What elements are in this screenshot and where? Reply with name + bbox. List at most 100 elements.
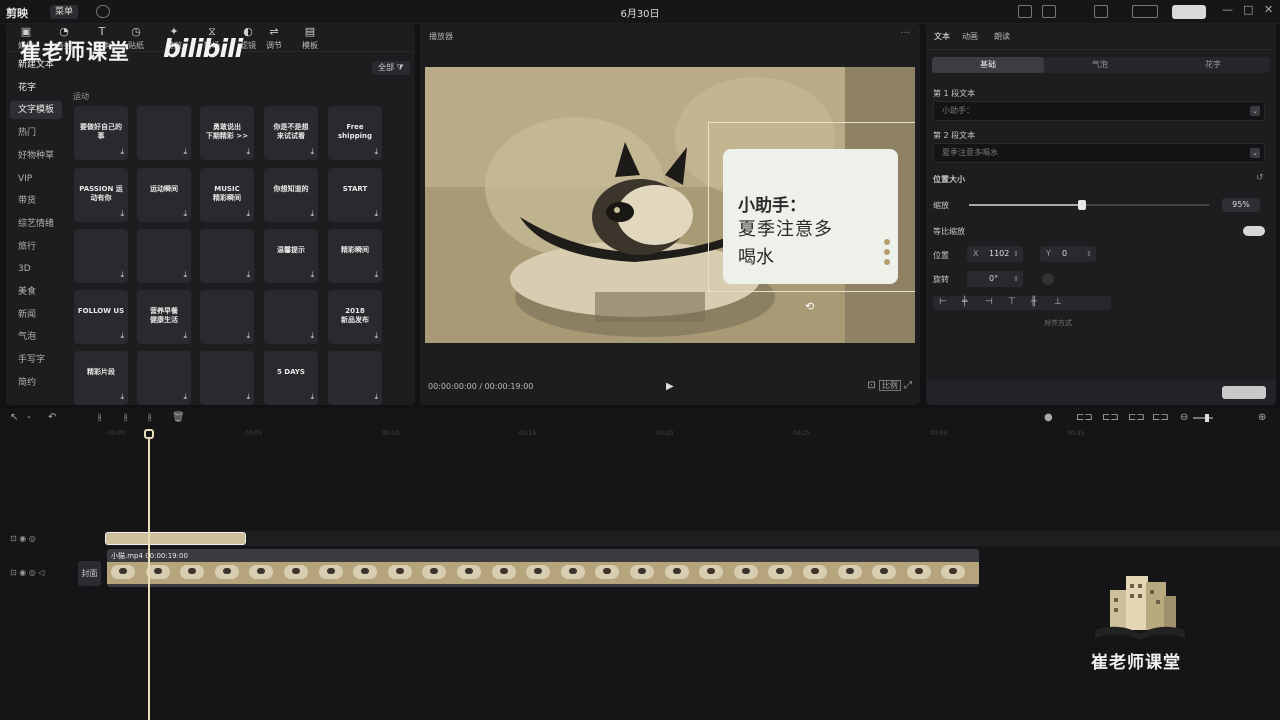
scale-slider-knob[interactable] <box>1077 200 1086 210</box>
scale-value[interactable]: 95% <box>1222 198 1260 212</box>
download-icon[interactable]: ⤓ <box>374 392 378 402</box>
magnet-icon[interactable]: ⊏⊐ <box>1102 412 1119 423</box>
template-thumbnail[interactable]: 精彩瞬间 ⤓ <box>328 229 382 283</box>
download-icon[interactable]: ⤓ <box>310 270 314 280</box>
download-icon[interactable]: ⤓ <box>120 147 124 157</box>
download-icon[interactable]: ⤓ <box>374 147 378 157</box>
video-track-controls[interactable]: ⊡ ◉ ◎ ◁ <box>10 568 44 577</box>
sidebar-item[interactable]: VIP <box>10 170 62 188</box>
fit-icon[interactable]: ⊡ <box>867 380 875 391</box>
sidebar-item[interactable]: 简约 <box>10 374 62 392</box>
ratio-button[interactable]: 比例 <box>878 380 901 391</box>
template-thumbnail[interactable]: ⤓ <box>200 229 254 283</box>
chevron-down-icon[interactable]: ⌄ <box>26 412 32 420</box>
template-thumbnail[interactable]: 精彩片段 ⤓ <box>74 351 128 405</box>
download-icon[interactable]: ⤓ <box>246 392 250 402</box>
more-icon[interactable]: ··· <box>900 28 910 39</box>
mic-icon[interactable]: ● <box>1044 412 1053 423</box>
rotation-dial[interactable] <box>1042 273 1054 285</box>
text-clip[interactable] <box>105 532 246 545</box>
download-icon[interactable]: ⤓ <box>120 392 124 402</box>
snap-icon[interactable]: ⊏⊐ <box>1152 412 1169 423</box>
sidebar-item[interactable]: 花字 <box>10 79 62 97</box>
text-track-controls[interactable]: ⊡ ◉ ◎ <box>10 534 36 543</box>
align-top-icon[interactable]: ⊤ <box>1008 297 1016 307</box>
sidebar-item[interactable]: 新建文本 <box>10 56 62 74</box>
template-thumbnail[interactable]: ⤓ <box>200 290 254 344</box>
avatar-icon[interactable] <box>96 5 110 18</box>
video-preview[interactable]: 小助手： 夏季注意多 喝水 ⟲ <box>425 67 915 343</box>
template-thumbnail[interactable]: ⤓ <box>137 106 191 160</box>
download-icon[interactable]: ⤓ <box>183 331 187 341</box>
export-button[interactable] <box>1172 5 1206 19</box>
align-center-h-icon[interactable]: ╪ <box>962 297 967 307</box>
template-thumbnail[interactable]: 你是不是想 来试试看 ⤓ <box>264 106 318 160</box>
split-icon[interactable]: ⫲ <box>98 412 101 423</box>
template-thumbnail[interactable]: 勇敢说出 下期精彩 >> ⤓ <box>200 106 254 160</box>
template-thumbnail[interactable]: 5 DAYS ⤓ <box>264 351 318 405</box>
template-thumbnail[interactable]: PASSION 运动有你 ⤓ <box>74 168 128 222</box>
text1-field[interactable]: 小助手： ⌄ <box>933 101 1265 121</box>
sidebar-item[interactable]: 带货 <box>10 192 62 210</box>
download-icon[interactable]: ⤓ <box>374 331 378 341</box>
preview-axis-icon[interactable]: ⊏⊐ <box>1128 412 1145 423</box>
align-bottom-icon[interactable]: ⊥ <box>1054 297 1062 307</box>
download-icon[interactable]: ⤓ <box>310 392 314 402</box>
cover-button[interactable]: 封面 <box>78 561 101 586</box>
tab-read[interactable]: 朗读 <box>994 31 1010 42</box>
minimize-icon[interactable]: — <box>1222 3 1233 16</box>
chevron-down-icon[interactable]: ⌄ <box>1250 106 1260 116</box>
download-icon[interactable]: ⤓ <box>183 209 187 219</box>
template-thumbnail[interactable]: FOLLOW US ⤓ <box>74 290 128 344</box>
download-icon[interactable]: ⤓ <box>310 147 314 157</box>
template-thumbnail[interactable]: 运动瞬间 ⤓ <box>137 168 191 222</box>
position-x-field[interactable]: X 1102 ⇕ <box>967 246 1023 262</box>
template-thumbnail[interactable]: START ⤓ <box>328 168 382 222</box>
template-thumbnail[interactable]: 2018 新品发布 ⤓ <box>328 290 382 344</box>
playhead[interactable] <box>144 429 154 720</box>
fullscreen-icon[interactable]: ⤢ <box>904 380 912 391</box>
tab-text-props[interactable]: 文本 <box>934 31 950 42</box>
download-icon[interactable]: ⤓ <box>120 331 124 341</box>
template-thumbnail[interactable]: ⤓ <box>137 229 191 283</box>
split-left-icon[interactable]: ⫲ <box>124 412 127 423</box>
share-icon[interactable] <box>1132 5 1158 18</box>
download-icon[interactable]: ⤓ <box>310 209 314 219</box>
filter-all-button[interactable]: 全部 ⧩ <box>372 61 410 75</box>
align-left-icon[interactable]: ⊢ <box>939 297 947 307</box>
download-icon[interactable]: ⤓ <box>310 331 314 341</box>
apply-button[interactable] <box>1222 386 1266 399</box>
chevron-down-icon[interactable]: ⌄ <box>1250 148 1260 158</box>
template-thumbnail[interactable]: ⤓ <box>264 290 318 344</box>
undo-icon[interactable]: ↶ <box>48 412 56 423</box>
download-icon[interactable]: ⤓ <box>183 147 187 157</box>
maximize-icon[interactable]: □ <box>1243 3 1253 16</box>
download-icon[interactable]: ⤓ <box>120 270 124 280</box>
align-right-icon[interactable]: ⊣ <box>985 297 993 307</box>
position-y-field[interactable]: Y 0 ⇕ <box>1040 246 1096 262</box>
text2-field[interactable]: 夏季注意多喝水 ⌄ <box>933 143 1265 163</box>
template-thumbnail[interactable]: ⤓ <box>200 351 254 405</box>
keyboard-icon[interactable] <box>1018 5 1032 18</box>
tab-animation[interactable]: 动画 <box>962 31 978 42</box>
playhead-handle[interactable] <box>144 429 154 439</box>
zoom-out-icon[interactable]: ⊖ <box>1180 412 1188 423</box>
download-icon[interactable]: ⤓ <box>374 270 378 280</box>
zoom-slider-knob[interactable] <box>1205 414 1209 422</box>
download-icon[interactable]: ⤓ <box>246 270 250 280</box>
link-icon[interactable]: ⊏⊐ <box>1076 412 1093 423</box>
template-thumbnail[interactable]: ⤓ <box>74 229 128 283</box>
download-icon[interactable]: ⤓ <box>120 209 124 219</box>
sidebar-item[interactable]: 热门 <box>10 124 62 142</box>
template-thumbnail[interactable]: Free shipping ⤓ <box>328 106 382 160</box>
download-icon[interactable]: ⤓ <box>246 147 250 157</box>
subtab-bubble[interactable]: 气泡 <box>1044 57 1156 73</box>
tab-template[interactable]: ▤ 模板 <box>290 25 330 51</box>
layout-icon[interactable] <box>1042 5 1056 18</box>
sidebar-item[interactable]: 好物种草 <box>10 147 62 165</box>
sidebar-item[interactable]: 旅行 <box>10 238 62 256</box>
download-icon[interactable]: ⤓ <box>183 270 187 280</box>
play-icon[interactable]: ▶ <box>666 381 674 392</box>
sidebar-item[interactable]: 美食 <box>10 283 62 301</box>
template-thumbnail[interactable]: 要做好自己的事 ⤓ <box>74 106 128 160</box>
